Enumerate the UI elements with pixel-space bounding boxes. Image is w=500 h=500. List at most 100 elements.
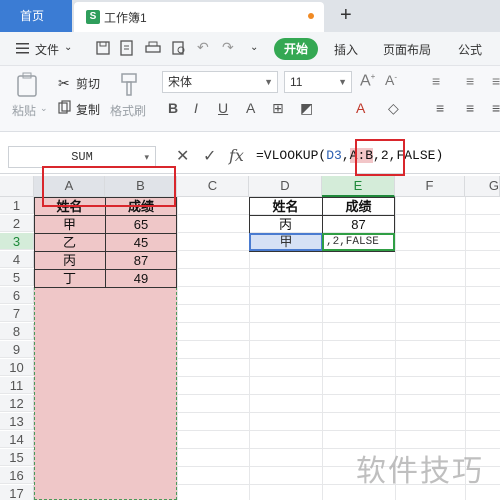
align-top-icon[interactable]: ≡ [432, 73, 440, 89]
row-header-3[interactable]: 3 [0, 233, 34, 250]
decrease-font-icon[interactable]: A- [385, 72, 397, 88]
row-header-6[interactable]: 6 [0, 287, 34, 304]
column-header-g[interactable]: G [465, 176, 500, 197]
menu-insert[interactable]: 插入 [334, 41, 358, 58]
italic-icon[interactable]: I [194, 100, 198, 116]
font-size-value: 11 [290, 75, 303, 89]
lookup-header-name[interactable]: 姓名 [249, 198, 322, 215]
table-cell[interactable]: 甲 [34, 216, 105, 233]
print-icon[interactable] [144, 39, 162, 57]
row-header-8[interactable]: 8 [0, 323, 34, 340]
strikethrough-icon[interactable]: A [246, 100, 255, 116]
table-cell[interactable]: 乙 [34, 234, 105, 251]
tab-home[interactable]: 首页 [0, 0, 72, 32]
align-left-icon[interactable]: ≡ [436, 100, 444, 116]
confirm-icon[interactable]: ✓ [203, 146, 216, 166]
row-header-2[interactable]: 2 [0, 215, 34, 232]
font-name-value: 宋体 [168, 75, 193, 89]
fill-color-icon[interactable]: ◩ [300, 100, 313, 117]
spreadsheet-icon: S [86, 10, 100, 24]
copy-button[interactable]: 复制 [76, 101, 100, 118]
font-size-select[interactable]: 11 ▼ [284, 71, 352, 93]
menu-start[interactable]: 开始 [274, 38, 318, 60]
copy-icon[interactable] [58, 100, 72, 114]
row-header-15[interactable]: 15 [0, 449, 34, 466]
select-all-corner[interactable] [0, 176, 34, 197]
row-header-17[interactable]: 17 [0, 485, 34, 500]
menu-formula[interactable]: 公式 [458, 41, 482, 58]
row-header-9[interactable]: 9 [0, 341, 34, 358]
formula-function: =VLOOKUP( [256, 148, 327, 163]
row-header-14[interactable]: 14 [0, 431, 34, 448]
print-preview-icon[interactable] [170, 39, 188, 57]
chevron-down-icon[interactable]: ⌄ [64, 42, 72, 53]
redo-icon[interactable]: ↷ [222, 39, 234, 56]
align-center-icon[interactable]: ≡ [466, 100, 474, 116]
row-header-12[interactable]: 12 [0, 395, 34, 412]
highlight-box-formula-range [355, 139, 405, 176]
table-cell[interactable]: 丁 [34, 270, 105, 287]
row-header-4[interactable]: 4 [0, 251, 34, 268]
cut-button[interactable]: 剪切 [76, 75, 100, 92]
insert-function-icon[interactable]: fx [229, 146, 244, 165]
format-painter-icon[interactable] [118, 72, 140, 98]
tab-document[interactable]: S 工作簿1 [74, 2, 324, 32]
column-header-c[interactable]: C [177, 176, 249, 197]
formula-separator: , [341, 148, 350, 163]
table-cell[interactable]: 49 [105, 270, 177, 287]
align-right-icon[interactable]: ≡ [492, 100, 500, 116]
paste-label[interactable]: 粘贴 [12, 102, 36, 119]
export-pdf-icon[interactable] [118, 39, 136, 57]
lookup-value-cell-d3[interactable]: 甲 [249, 233, 323, 251]
name-box[interactable]: SUM ▾ [8, 146, 156, 168]
table-cell[interactable]: 丙 [249, 216, 322, 233]
menu-bar: 文件 ⌄ ↶ ↷ ⌄ 开始 插入 页面布局 公式 [0, 32, 500, 66]
column-header-e[interactable]: E [322, 176, 395, 197]
row-header-10[interactable]: 10 [0, 359, 34, 376]
chevron-down-icon: ▼ [264, 77, 273, 87]
formula-ref-lookup: D3 [326, 148, 342, 163]
menu-page-layout[interactable]: 页面布局 [383, 41, 431, 58]
table-cell[interactable]: 丙 [34, 252, 105, 269]
clear-format-icon[interactable]: ◇ [388, 100, 399, 117]
row-header-7[interactable]: 7 [0, 305, 34, 322]
column-header-f[interactable]: F [395, 176, 465, 197]
increase-font-icon[interactable]: A+ [360, 72, 375, 90]
paste-icon[interactable] [14, 72, 42, 98]
hamburger-icon[interactable] [14, 39, 32, 57]
table-cell[interactable]: 45 [105, 234, 177, 251]
table-cell[interactable]: 87 [105, 252, 177, 269]
quick-access-dropdown-icon[interactable]: ⌄ [250, 42, 258, 53]
font-color-icon[interactable]: A [356, 100, 365, 116]
chevron-down-icon: ▾ [144, 153, 149, 163]
font-name-select[interactable]: 宋体 ▼ [162, 71, 278, 93]
highlight-box-columns [42, 166, 176, 207]
row-header-16[interactable]: 16 [0, 467, 34, 484]
row-header-1[interactable]: 1 [0, 197, 34, 214]
unsaved-dot-icon [308, 13, 314, 19]
table-cell[interactable]: 87 [322, 216, 395, 233]
lookup-header-score[interactable]: 成绩 [322, 198, 395, 215]
row-header-11[interactable]: 11 [0, 377, 34, 394]
align-middle-icon[interactable]: ≡ [466, 73, 474, 89]
new-tab-button[interactable]: + [340, 4, 352, 26]
save-icon[interactable] [94, 39, 112, 57]
row-header-13[interactable]: 13 [0, 413, 34, 430]
scissors-icon[interactable]: ✂ [58, 75, 70, 92]
menu-file[interactable]: 文件 [35, 41, 59, 58]
bold-icon[interactable]: B [168, 100, 178, 116]
row-header-5[interactable]: 5 [0, 269, 34, 286]
column-header-d[interactable]: D [249, 176, 322, 197]
underline-icon[interactable]: U [218, 100, 228, 116]
undo-icon[interactable]: ↶ [197, 39, 209, 56]
document-title: 工作簿1 [104, 11, 147, 25]
active-edit-cell-e3[interactable]: ,2,FALSE [322, 233, 395, 251]
align-bottom-icon[interactable]: ≡ [492, 73, 500, 89]
cancel-icon[interactable]: ✕ [176, 146, 189, 166]
border-icon[interactable]: ⊞ [272, 100, 284, 117]
paste-dropdown-icon[interactable]: ⌄ [40, 103, 48, 114]
name-box-value: SUM [71, 150, 93, 164]
watermark-text: 软件技巧 [356, 455, 484, 488]
table-cell[interactable]: 65 [105, 216, 177, 233]
format-painter-label[interactable]: 格式刷 [110, 102, 146, 119]
